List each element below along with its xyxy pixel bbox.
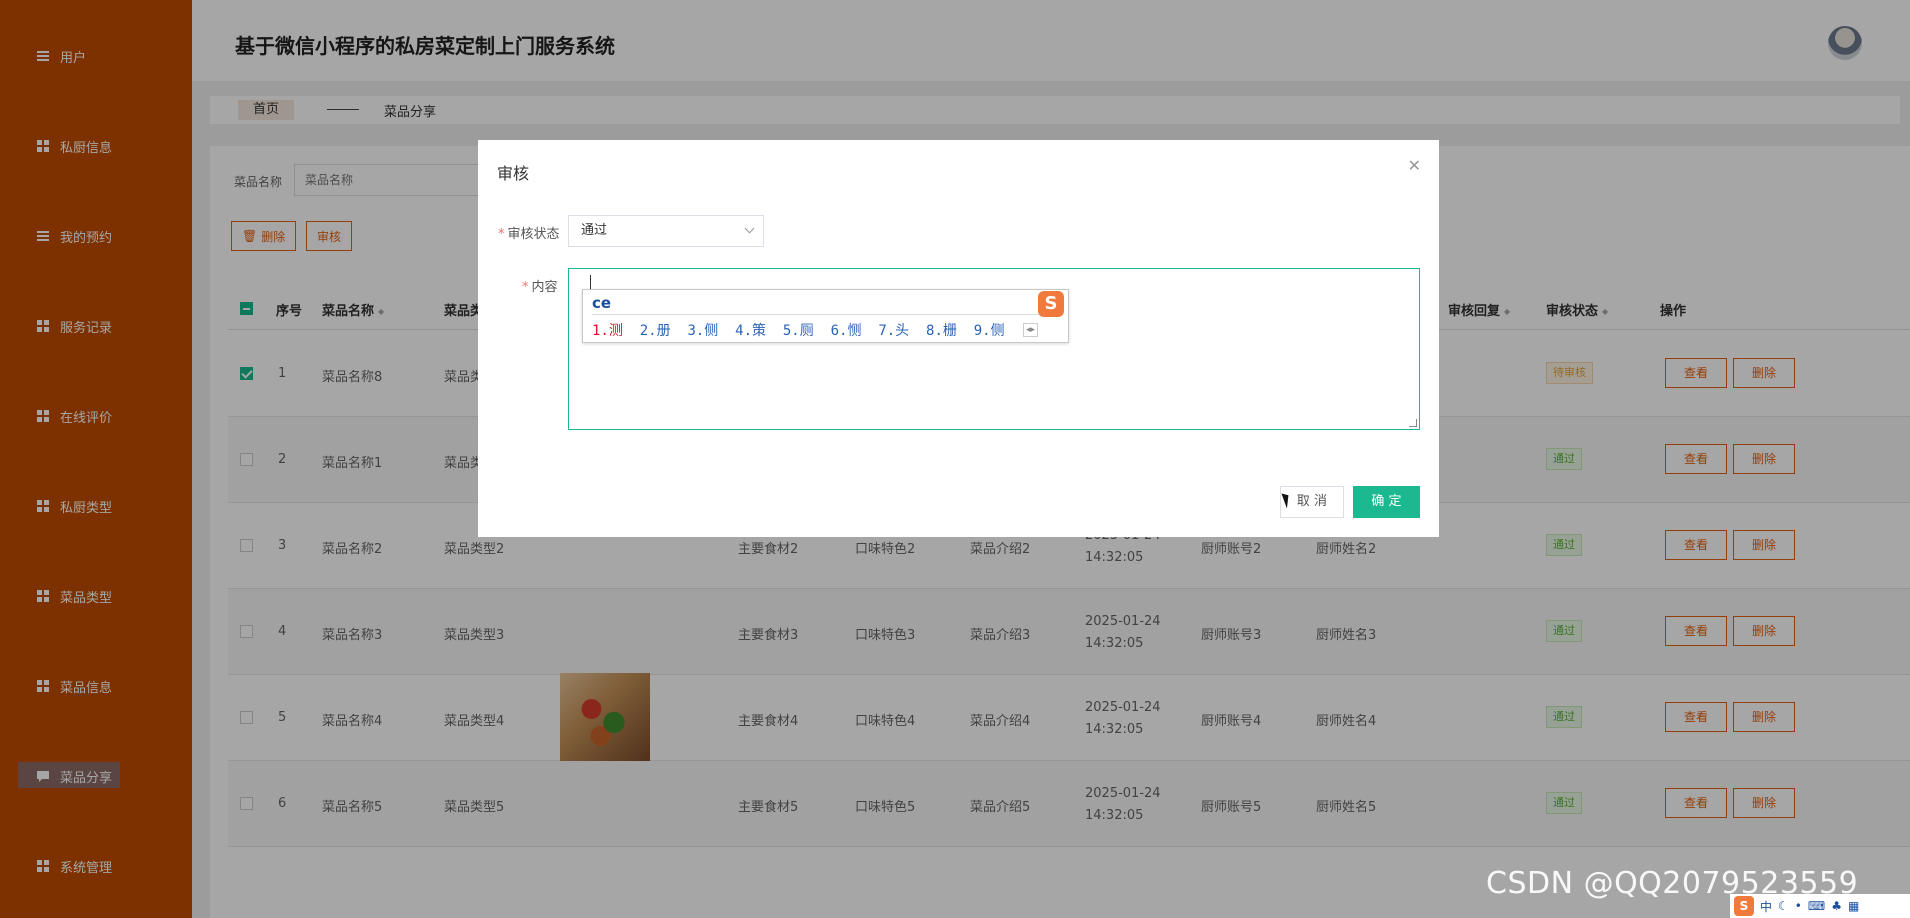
ime-candidate[interactable]: 2.册 [640,323,671,339]
ime-candidates: 1.测 2.册 3.侧 4.策 5.厕 6.恻 7.头 8.栅 9.侧 [592,320,1005,340]
ime-candidate[interactable]: 7.头 [878,323,909,339]
ime-candidate-window: ce S 1.测 2.册 3.侧 4.策 5.厕 6.恻 7.头 8.栅 9.侧… [582,289,1069,343]
keyboard-icon[interactable]: ⌨ [1808,899,1825,913]
moon-icon[interactable]: ☾ [1778,899,1789,913]
ime-candidate[interactable]: 8.栅 [926,323,957,339]
status-field-label: * 审核状态 [498,227,560,242]
dot-icon[interactable]: • [1795,899,1802,913]
ime-candidate[interactable]: 1.测 [592,323,623,339]
ime-candidate[interactable]: 4.策 [735,323,766,339]
grid-icon[interactable]: ▦ [1848,899,1859,913]
ime-tray: S 中 ☾ • ⌨ ♣ ▦ [1730,894,1910,918]
shirt-icon[interactable]: ♣ [1831,899,1842,913]
resize-handle[interactable] [1409,419,1417,427]
text-caret [590,275,591,289]
audit-dialog: 审核 ✕ * 审核状态 通过 * 内容 ce S 1.测 2.册 3.侧 4.策 5… [478,140,1439,537]
status-select[interactable]: 通过 [568,215,764,247]
required-mark: * [498,227,505,242]
ime-mode-label[interactable]: 中 [1760,898,1772,915]
page-arrows-icon[interactable]: ◂▸ [1022,323,1038,337]
required-mark: * [522,280,529,295]
ime-pinyin: ce [592,294,1062,315]
close-icon[interactable]: ✕ [1408,156,1421,175]
sogou-logo-icon: S [1038,291,1064,317]
ime-candidate[interactable]: 6.恻 [831,323,862,339]
ime-candidate[interactable]: 3.侧 [687,323,718,339]
ime-candidate[interactable]: 5.厕 [783,323,814,339]
chevron-down-icon [744,223,755,234]
sogou-tray-icon[interactable]: S [1734,896,1754,916]
confirm-button[interactable]: 确 定 [1353,486,1420,518]
ime-candidate[interactable]: 9.侧 [974,323,1005,339]
dialog-title: 审核 [497,164,530,183]
content-field-label: * 内容 [522,280,558,295]
